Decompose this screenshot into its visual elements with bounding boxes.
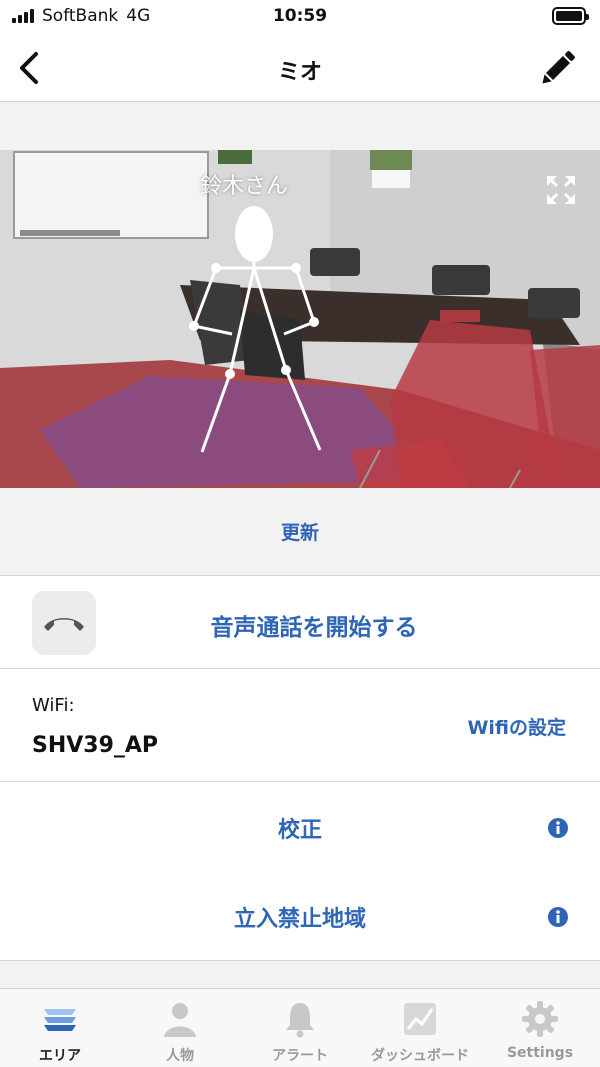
- tab-area[interactable]: エリア: [0, 989, 120, 1067]
- refresh-button[interactable]: 更新: [281, 518, 319, 545]
- calibration-label[interactable]: 校正: [0, 812, 600, 844]
- tab-dashboard[interactable]: ダッシュボード: [360, 989, 480, 1067]
- info-icon[interactable]: [547, 817, 569, 839]
- bell-icon: [286, 1003, 314, 1038]
- status-bar: SoftBank 4G 10:59: [0, 0, 600, 34]
- person-name-label: 鈴木さん: [200, 174, 289, 199]
- tab-label: エリア: [39, 1048, 81, 1064]
- person-skeleton: [189, 206, 322, 453]
- pencil-icon: [542, 51, 575, 84]
- restricted-area-label[interactable]: 立入禁止地域: [0, 901, 600, 933]
- voice-call-row[interactable]: 音声通話を開始する: [0, 576, 600, 669]
- expand-icon: [547, 176, 575, 204]
- person-icon: [164, 1003, 196, 1037]
- wifi-settings-button[interactable]: Wifiの設定: [467, 713, 566, 740]
- refresh-row: 更新: [0, 488, 600, 576]
- tab-label: ダッシュボード: [371, 1048, 469, 1064]
- tab-settings[interactable]: Settings: [480, 989, 600, 1067]
- status-time: 10:59: [272, 6, 328, 26]
- tab-alert[interactable]: アラート: [240, 989, 360, 1067]
- tab-label: アラート: [272, 1048, 328, 1064]
- tab-bar: エリア 人物 アラート ダッシュボード Settings: [0, 988, 600, 1067]
- battery-icon: [552, 7, 589, 25]
- edit-button[interactable]: [536, 46, 580, 90]
- wifi-caption: WiFi:: [32, 695, 75, 716]
- layers-icon: [44, 1009, 76, 1031]
- wifi-ssid: SHV39_AP: [32, 733, 159, 758]
- tab-label: 人物: [166, 1048, 194, 1064]
- info-icon[interactable]: [547, 906, 569, 928]
- tab-people[interactable]: 人物: [120, 989, 240, 1067]
- nav-bar: ミオ: [0, 34, 600, 102]
- restricted-area-row[interactable]: 立入禁止地域: [0, 871, 600, 961]
- expand-button[interactable]: [543, 172, 579, 208]
- page-title: ミオ: [277, 60, 322, 85]
- chart-icon: [404, 1003, 436, 1035]
- gear-icon: [522, 1001, 558, 1037]
- tab-label: Settings: [506, 1045, 574, 1061]
- camera-view[interactable]: [0, 150, 600, 488]
- wifi-row: WiFi: SHV39_AP Wifiの設定: [0, 669, 600, 782]
- calibration-row[interactable]: 校正: [0, 782, 600, 872]
- voice-call-label[interactable]: 音声通話を開始する: [0, 608, 600, 642]
